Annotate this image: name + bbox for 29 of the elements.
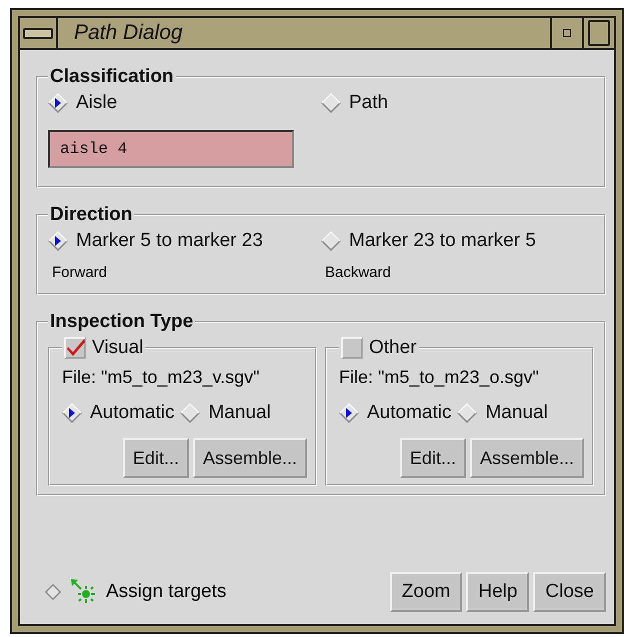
group-title: Direction [49,204,134,226]
radio-button[interactable]: Path [321,92,388,114]
sparkle-arrow-icon [70,578,98,606]
radio-button[interactable]: Manual [180,402,271,424]
radio-button[interactable]: Marker 23 to marker 5 [321,230,536,252]
group-title: Inspection Type [49,311,194,333]
input-field[interactable]: aisle 4 [48,130,294,168]
radio-button[interactable]: Manual [457,402,548,424]
checkbox[interactable]: Visual [64,337,144,359]
radio-button[interactable]: Automatic [62,402,174,424]
panel-button[interactable]: Edit... [122,438,189,478]
panel-button[interactable]: Assemble... [470,438,584,478]
window-menu-button[interactable] [20,18,58,48]
window-title: Path Dialog [73,20,184,46]
dialog-button[interactable]: Zoom [390,572,462,612]
radio-button[interactable]: Marker 5 to marker 23 [48,230,263,252]
file-name: File: "m5_to_m23_v.sgv" [62,367,261,388]
caption: Forward [51,264,108,281]
group-title: Classification [49,66,175,88]
caption: Backward [324,264,391,281]
panel-button[interactable]: Edit... [400,438,466,478]
assign-targets-toggle[interactable]: Assign targets [44,578,226,606]
file-name: File: "m5_to_m23_o.sgv" [339,367,540,388]
radio-button[interactable]: Aisle [48,92,118,114]
dialog-button[interactable]: Close [533,572,606,612]
checkbox[interactable]: Other [341,337,417,359]
dialog-button[interactable]: Help [466,572,530,612]
radio-button[interactable]: Automatic [339,402,452,424]
panel-button[interactable]: Assemble... [192,438,307,478]
